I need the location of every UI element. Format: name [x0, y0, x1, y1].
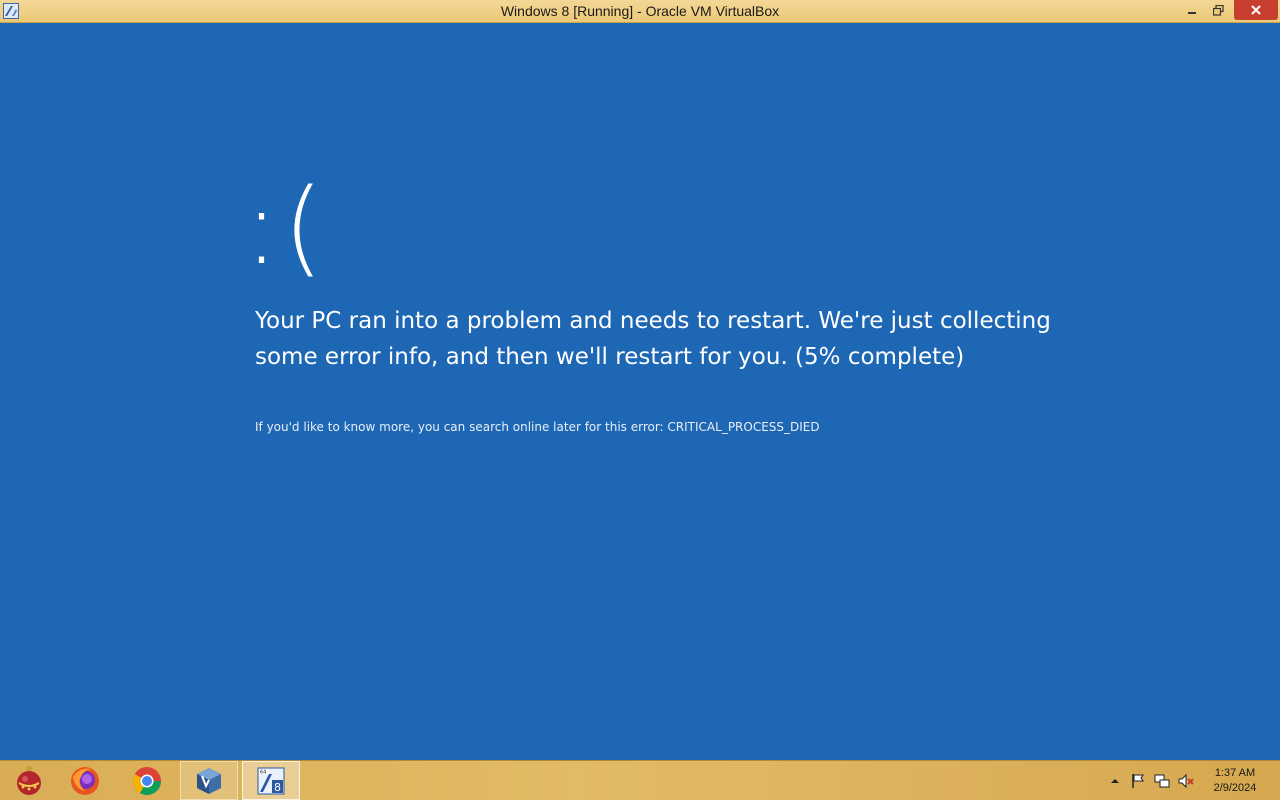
volume-muted-icon	[1178, 773, 1194, 789]
close-button[interactable]	[1234, 0, 1278, 20]
show-hidden-icons-arrow-icon	[1111, 779, 1119, 783]
title-bar[interactable]: Windows 8 [Running] - Oracle VM VirtualB…	[0, 0, 1280, 23]
show-hidden-icons-button[interactable]	[1107, 773, 1123, 789]
action-center-tray-button[interactable]	[1130, 773, 1146, 789]
taskbar-item-virtualbox-manager[interactable]	[180, 761, 238, 800]
action-center-flag-icon	[1132, 774, 1144, 788]
minimize-icon	[1188, 12, 1196, 14]
taskbar: 64 8 1:37 AM 2/9/2024	[0, 760, 1280, 800]
chrome-icon	[133, 766, 161, 795]
svg-text:64: 64	[260, 769, 266, 775]
error-message: Your PC ran into a problem and needs to …	[255, 308, 1051, 370]
sad-face: :(	[244, 166, 328, 288]
taskbar-item-ornament-app[interactable]	[0, 761, 58, 800]
clock-date: 2/9/2024	[1213, 782, 1257, 794]
ornament-app-icon	[17, 765, 41, 795]
network-tray-button[interactable]	[1154, 773, 1170, 789]
network-icon	[1154, 774, 1170, 788]
volume-tray-button[interactable]	[1178, 773, 1194, 789]
close-icon	[1251, 5, 1261, 15]
virtualbox-window: Windows 8 [Running] - Oracle VM VirtualB…	[0, 0, 1280, 800]
restore-icon	[1212, 4, 1224, 16]
taskbar-item-firefox[interactable]	[56, 761, 114, 800]
minimize-button[interactable]	[1179, 0, 1205, 20]
windows8-vm-icon: 64 8	[257, 767, 285, 794]
restore-button[interactable]	[1205, 0, 1231, 20]
taskbar-item-windows8-vm[interactable]: 64 8	[242, 761, 300, 800]
svg-text:8: 8	[274, 781, 281, 794]
virtualbox-icon	[197, 767, 221, 794]
window-title: Windows 8 [Running] - Oracle VM VirtualB…	[500, 3, 780, 19]
firefox-icon	[71, 766, 99, 795]
clock-time: 1:37 AM	[1214, 767, 1256, 779]
taskbar-clock[interactable]: 1:37 AM 2/9/2024	[1200, 766, 1270, 796]
taskbar-item-chrome[interactable]	[118, 761, 176, 800]
guest-screen[interactable]: :( Your PC ran into a problem and needs …	[0, 23, 1280, 760]
error-detail: If you'd like to know more, you can sear…	[255, 420, 820, 434]
